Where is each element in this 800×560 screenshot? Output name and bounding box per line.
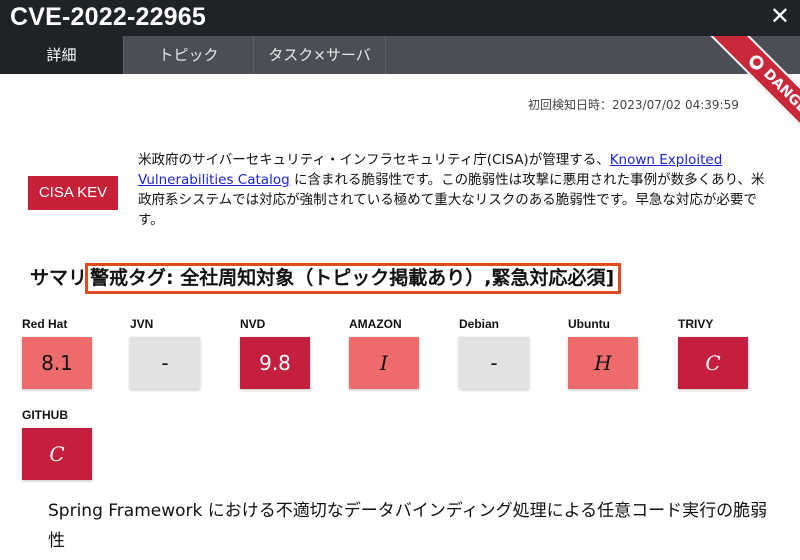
score-nvd: NVD 9.8 — [240, 317, 310, 389]
cve-title: CVE-2022-22965 — [10, 3, 206, 31]
score-source-label: Ubuntu — [568, 317, 610, 331]
score-source-label: JVN — [130, 317, 154, 331]
close-icon[interactable]: ✕ — [770, 2, 790, 30]
tab-bar: 詳細 トピック タスク×サーバ — [0, 36, 800, 74]
score-github: GITHUB C — [22, 408, 92, 480]
alert-tags-text: 警戒タグ: 全社周知対象（トピック掲載あり）,緊急対応必須] — [90, 267, 615, 289]
vulnerability-description: Spring Framework における不適切なデータバインディング処理による… — [48, 501, 768, 551]
score-value-box[interactable]: 9.8 — [240, 337, 310, 389]
score-ubuntu: Ubuntu H — [568, 317, 638, 389]
tab-details[interactable]: 詳細 — [0, 36, 124, 74]
score-value-box[interactable]: - — [130, 337, 200, 389]
score-redhat: Red Hat 8.1 — [22, 317, 92, 389]
tab-topics[interactable]: トピック — [124, 36, 254, 74]
score-value-box[interactable]: H — [568, 337, 638, 389]
score-value-box[interactable]: - — [459, 337, 529, 389]
cisa-kev-badge: CISA KEV — [28, 176, 118, 210]
score-value-box[interactable]: I — [349, 337, 419, 389]
score-trivy: TRIVY C — [678, 317, 748, 389]
tab-task-server[interactable]: タスク×サーバ — [254, 36, 386, 74]
score-debian: Debian - — [459, 317, 529, 389]
score-source-label: Debian — [459, 317, 500, 331]
score-source-label: AMAZON — [349, 317, 402, 331]
score-source-label: TRIVY — [678, 317, 714, 331]
title-bar: CVE-2022-22965 ✕ — [0, 0, 800, 36]
alert-tags: 警戒タグ: 全社周知対象（トピック掲載あり）,緊急対応必須] — [85, 263, 622, 294]
score-source-label: Red Hat — [22, 317, 68, 331]
score-source-label: NVD — [240, 317, 266, 331]
cisa-text-before: 米政府のサイバーセキュリティ・インフラセキュリティ庁(CISA)が管理する、 — [138, 152, 610, 168]
score-jvn: JVN - — [130, 317, 200, 389]
summary-heading: サマリ 警戒タグ: 全社周知対象（トピック掲載あり）,緊急対応必須] — [30, 263, 622, 294]
summary-label: サマリ — [30, 267, 88, 289]
score-value-box[interactable]: C — [678, 337, 748, 389]
score-value-box[interactable]: C — [22, 428, 92, 480]
first-detected-timestamp: 初回検知日時：2023/07/02 04:39:59 — [528, 98, 739, 112]
score-amazon: AMAZON I — [349, 317, 419, 389]
score-value-box[interactable]: 8.1 — [22, 337, 92, 389]
score-source-label: GITHUB — [22, 408, 68, 422]
cisa-description: 米政府のサイバーセキュリティ・インフラセキュリティ庁(CISA)が管理する、Kn… — [138, 150, 778, 230]
danger-label: DANGER — [760, 66, 800, 125]
